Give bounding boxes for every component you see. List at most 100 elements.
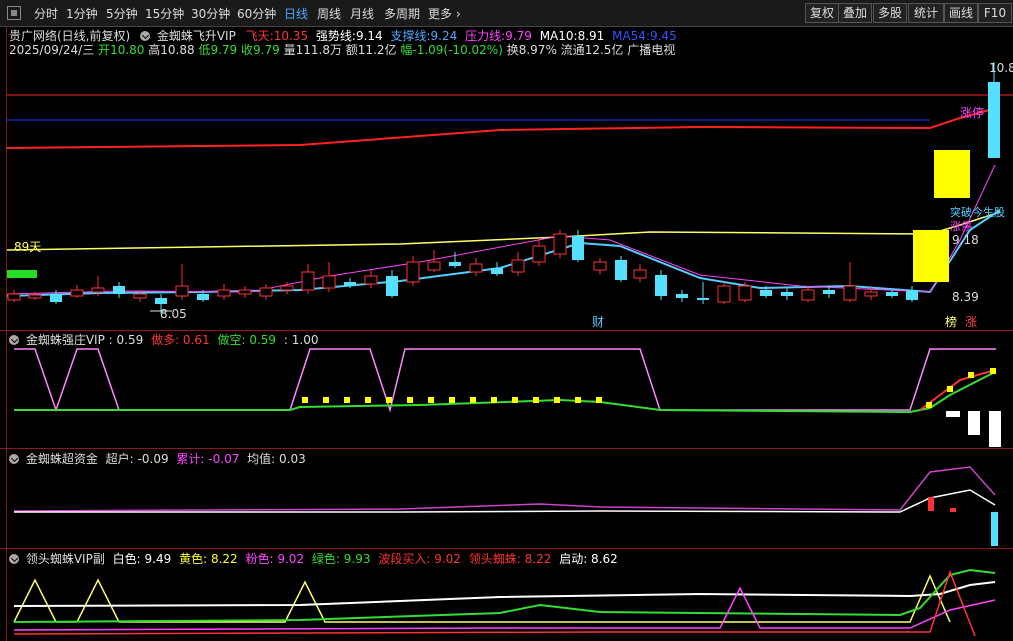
signal-dot [344,397,350,403]
signal-dot [407,397,413,403]
tab-period-60min[interactable]: 60分钟 [237,5,276,22]
finance-marker: 财 [592,315,604,329]
limit-tag: 涨停 [950,219,972,233]
limit-up-block [913,230,949,282]
signal-dot [302,397,308,403]
candle-body-up [70,289,84,297]
signal-dot [428,397,434,403]
candle-body-up [717,285,731,303]
candle-body-up [259,287,273,297]
fuquan-button[interactable]: 复权 [805,3,839,23]
candle-body-up [511,259,525,273]
label-89-days: 89天 [14,240,41,254]
signal-dot [575,397,581,403]
candle-body-down [50,294,62,302]
fund-bar [950,508,956,512]
signal-dot [554,397,560,403]
feitian-line [6,106,1001,149]
candle-body-down [823,290,835,294]
candle-body-up [301,271,315,291]
candle-body-up [738,285,752,301]
tab-period-daily[interactable]: 日线 [284,5,308,22]
strong-line [6,211,1001,251]
tab-period-15min[interactable]: 15分钟 [145,5,184,22]
tab-period-5min[interactable]: 5分钟 [106,5,138,22]
multi-stock-button[interactable]: 多股 [873,3,907,23]
candle-body-down [697,298,709,300]
candle-body-up [280,285,294,291]
average-line [14,489,996,513]
candle-body-up [843,285,857,301]
tab-period-fenshi[interactable]: 分时 [34,5,58,22]
zhang-tag: 涨 [965,314,977,329]
short-line [14,371,996,414]
candle-body-up [133,293,147,299]
red-line [13,569,976,637]
support-line [6,209,1001,297]
candle-body-down [906,290,918,300]
candle-body-up [469,263,483,273]
pink-line [13,586,996,631]
grid-toggle-icon[interactable] [7,6,21,20]
period-toolbar: 分时 1分钟 5分钟 15分钟 30分钟 60分钟 日线 周线 月线 多周期 更… [0,0,1013,27]
zhuang-line [14,348,996,413]
candle-body-up [553,233,567,255]
candle-body-down [572,236,584,260]
pressure-line [6,164,996,295]
breakout-tag: 突破今生股 [950,205,1005,219]
tab-period-more[interactable]: 更多 › [428,5,461,22]
signal-dot [386,397,392,403]
draw-line-button[interactable]: 画线 [944,3,978,23]
tab-period-weekly[interactable]: 周线 [317,5,341,22]
candle-body-up [633,269,647,279]
candle-body-down [988,82,1000,158]
statistics-button[interactable]: 统计 [908,3,944,23]
candle-body-up [406,261,420,283]
candle-body-up [322,275,336,289]
f10-button[interactable]: F10 [978,3,1012,23]
signal-dot [512,397,518,403]
price-label-right: 9.18 [952,233,979,247]
candle-body-down [676,294,688,298]
candle-body-down [491,268,503,274]
fund-bar [928,497,934,511]
candle-body-up [532,245,546,263]
overlay-button[interactable]: 叠加 [838,3,872,23]
signal-dot [968,372,974,378]
panel3-chart[interactable] [0,448,1013,548]
tab-period-1min[interactable]: 1分钟 [66,5,98,22]
signal-dot [323,397,329,403]
signal-dot [449,397,455,403]
candle-body-down [155,298,167,304]
tab-period-monthly[interactable]: 月线 [350,5,374,22]
signal-dot [491,397,497,403]
signal-dot [470,397,476,403]
fund-bar [991,512,998,546]
candle-body-up [593,261,607,271]
panel4-chart[interactable] [0,548,1013,641]
yellow-line [13,574,951,623]
candle-body-down [615,260,627,280]
candle-body-up [217,289,231,297]
tab-period-30min[interactable]: 30分钟 [191,5,230,22]
candle-body-down [197,294,209,300]
candle-body-up [427,261,441,271]
candle-body-up [801,289,815,301]
rank-tag: 榜 [945,314,957,329]
volume-bar [989,411,1001,447]
limit-up-label: 涨停 [960,105,984,120]
candle-body-up [364,275,378,285]
high-price-mark: 10.88 [989,61,1013,75]
tab-period-multi[interactable]: 多周期 [384,5,420,22]
candle-body-down [655,275,667,296]
candle-body-up [28,294,42,299]
panel2-chart[interactable] [0,331,1013,449]
candle-body-up [238,289,252,295]
candle-body-down [386,276,398,296]
candle-body-up [864,291,878,297]
candle-body-down [760,290,772,296]
candle-body-up [175,285,189,297]
candle-body-up [91,287,105,293]
price-chart[interactable]: 89天8.0510.88财涨停9.188.39榜涨突破今生股涨停 [0,27,1013,330]
price-label-right: 8.39 [952,290,979,304]
